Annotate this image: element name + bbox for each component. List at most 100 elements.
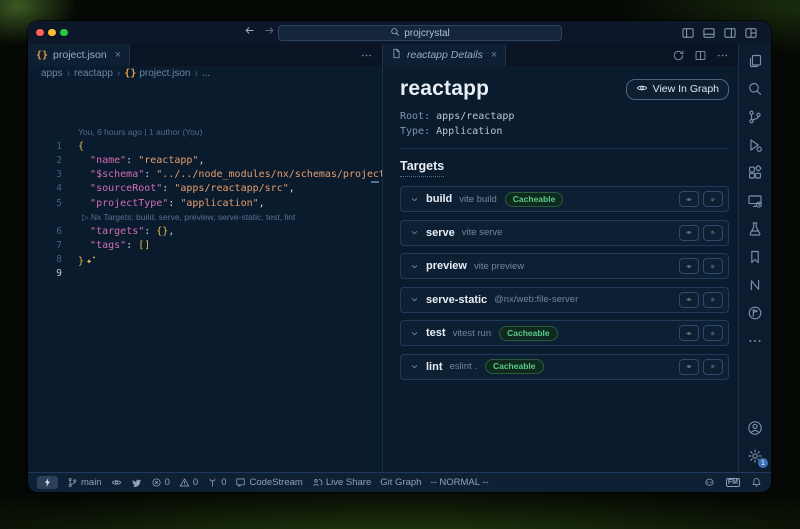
run-target-button[interactable]	[703, 292, 723, 308]
toggle-secondary-sidebar-button[interactable]	[723, 26, 737, 40]
activitybar-bookmarks[interactable]	[739, 243, 771, 271]
activitybar-explorer[interactable]	[739, 47, 771, 75]
split-editor-button[interactable]	[694, 49, 707, 62]
history-navigation	[243, 21, 276, 44]
run-target-button[interactable]	[703, 325, 723, 341]
toggle-primary-sidebar-button[interactable]	[681, 26, 695, 40]
run-target-button[interactable]	[703, 258, 723, 274]
statusbar-label: Git Graph	[380, 477, 421, 488]
chevron-down-icon[interactable]	[409, 361, 420, 372]
activitybar-remote-explorer[interactable]	[739, 187, 771, 215]
target-name: test	[426, 327, 446, 339]
close-icon[interactable]: ×	[115, 50, 121, 61]
tab-reactapp-details[interactable]: reactapp Details ×	[383, 44, 506, 66]
view-target-button[interactable]	[679, 292, 699, 308]
line-number: 2	[28, 154, 62, 168]
activitybar-manage[interactable]: 1	[739, 442, 771, 470]
activitybar-accounts[interactable]	[739, 414, 771, 442]
chevron-down-icon[interactable]	[409, 227, 420, 238]
target-row-build[interactable]: buildvite buildCacheable	[400, 186, 729, 212]
statusbar-label: -- NORMAL --	[430, 477, 488, 488]
target-row-serve[interactable]: servevite serve	[400, 220, 729, 246]
statusbar-notifications-bell[interactable]	[751, 477, 762, 488]
json-file-icon: {}	[124, 68, 136, 79]
statusbar-git-branch[interactable]: main	[67, 477, 102, 488]
statusbar-codestream[interactable]: CodeStream	[235, 477, 302, 488]
close-window-button[interactable]	[36, 29, 44, 37]
more-actions-button[interactable]	[716, 49, 729, 62]
trident-icon	[207, 477, 218, 488]
cacheable-badge: Cacheable	[505, 192, 564, 207]
target-row-lint[interactable]: linteslint .Cacheable	[400, 354, 729, 380]
statusbar-git-graph[interactable]: Git Graph	[380, 477, 421, 488]
editor-tabs-right: reactapp Details ×	[383, 44, 738, 66]
breadcrumb-item-apps[interactable]: apps	[41, 68, 63, 79]
command-center-search[interactable]: projcrystal	[278, 25, 562, 41]
statusbar-copilot-status[interactable]	[704, 477, 715, 488]
layout-controls	[681, 21, 758, 44]
type-label: Type:	[400, 126, 430, 137]
statusbar-label: main	[81, 477, 102, 488]
close-icon[interactable]: ×	[491, 50, 497, 61]
target-actions	[679, 191, 723, 207]
run-target-button[interactable]	[703, 359, 723, 375]
tab-project-json[interactable]: {} project.json ×	[28, 44, 130, 66]
search-value: projcrystal	[404, 28, 450, 39]
refresh-button[interactable]	[672, 49, 685, 62]
file-icon	[391, 48, 402, 62]
code-text: "$schema": "../../node_modules/nx/schema…	[78, 168, 382, 182]
root-label: Root:	[400, 111, 430, 122]
type-value: Application	[436, 126, 502, 137]
statusbar-label: Live Share	[326, 477, 371, 488]
chevron-down-icon[interactable]	[409, 194, 420, 205]
code-text: "name": "reactapp",	[78, 154, 204, 168]
view-target-button[interactable]	[679, 359, 699, 375]
breadcrumb-item--[interactable]: ...	[202, 68, 210, 79]
eye-icon	[111, 477, 122, 488]
view-target-button[interactable]	[679, 258, 699, 274]
statusbar-bird-extension[interactable]	[131, 477, 142, 488]
code-line: 1{	[28, 140, 382, 154]
view-in-graph-button[interactable]: View In Graph	[626, 79, 729, 100]
run-target-button[interactable]	[703, 225, 723, 241]
activitybar-nx-console[interactable]	[739, 271, 771, 299]
breadcrumb-item-project-json[interactable]: {}project.json	[124, 68, 190, 79]
line-number: 4	[28, 182, 62, 196]
breadcrumb-item-reactapp[interactable]: reactapp	[74, 68, 113, 79]
chevron-down-icon[interactable]	[409, 261, 420, 272]
activitybar-additional-views[interactable]	[739, 327, 771, 355]
activitybar-run-and-debug[interactable]	[739, 131, 771, 159]
statusbar-live-share[interactable]: Live Share	[312, 477, 371, 488]
customize-layout-button[interactable]	[744, 26, 758, 40]
activitybar-testing[interactable]	[739, 215, 771, 243]
editor-overflow-button[interactable]	[360, 49, 373, 62]
zoom-window-button[interactable]	[60, 29, 68, 37]
statusbar-problems-errors[interactable]: 0	[151, 477, 170, 488]
chevron-down-icon[interactable]	[409, 294, 420, 305]
view-target-button[interactable]	[679, 325, 699, 341]
view-target-button[interactable]	[679, 225, 699, 241]
activitybar-source-control[interactable]	[739, 103, 771, 131]
chevron-down-icon[interactable]	[409, 328, 420, 339]
statusbar-problems-warnings[interactable]: 0	[179, 477, 198, 488]
bolt-icon	[42, 477, 53, 488]
toggle-panel-button[interactable]	[702, 26, 716, 40]
statusbar-vim-mode[interactable]: -- NORMAL --	[430, 477, 488, 488]
activitybar-search[interactable]	[739, 75, 771, 103]
nx-targets-codelens[interactable]: ▷ Nx Targets: build, serve, preview, ser…	[78, 210, 295, 225]
run-target-button[interactable]	[703, 191, 723, 207]
statusbar-remote-indicator[interactable]	[37, 476, 58, 489]
statusbar-blame-toggle[interactable]	[111, 477, 122, 488]
back-arrow-icon[interactable]	[243, 24, 256, 42]
code-editor[interactable]: You, 6 hours ago | 1 author (You)1{2 "na…	[28, 81, 382, 472]
target-row-serve-static[interactable]: serve-static@nx/web:file-server	[400, 287, 729, 313]
view-target-button[interactable]	[679, 191, 699, 207]
forward-arrow-icon[interactable]	[263, 24, 276, 42]
activitybar-extensions[interactable]	[739, 159, 771, 187]
target-row-preview[interactable]: previewvite preview	[400, 253, 729, 279]
statusbar-tree-counter[interactable]: 0	[207, 477, 226, 488]
minimize-window-button[interactable]	[48, 29, 56, 37]
statusbar-fm-indicator[interactable]: FM	[726, 478, 740, 487]
target-row-test[interactable]: testvitest runCacheable	[400, 320, 729, 346]
activitybar-pennant-view[interactable]	[739, 299, 771, 327]
